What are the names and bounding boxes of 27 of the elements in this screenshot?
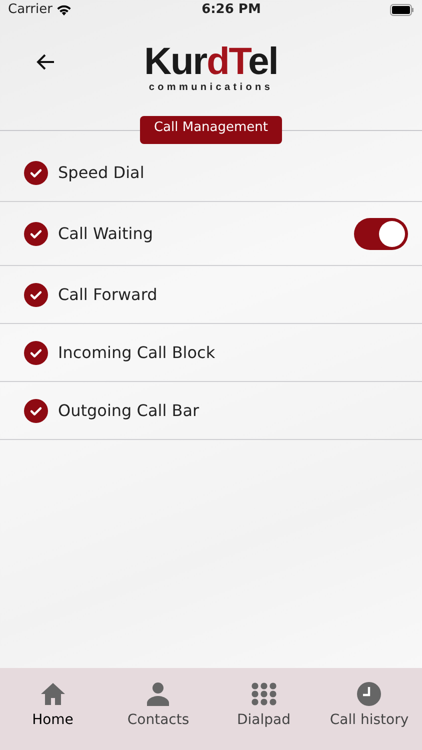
logo-subtitle: communications (148, 83, 274, 93)
section-title: Call Management (140, 116, 282, 144)
tab-button[interactable]: Home (0, 668, 106, 750)
tab-button[interactable]: Contacts (106, 668, 211, 750)
carrier-label: Carrier (8, 1, 52, 20)
home-icon (40, 682, 66, 706)
row-label: Speed Dial (58, 162, 144, 184)
clock-icon (356, 682, 382, 706)
settings-row[interactable]: Call Waiting (0, 202, 422, 266)
dialpad-icon (250, 682, 277, 706)
clock-time: 6:26 PM (202, 1, 261, 20)
row-label: Outgoing Call Bar (58, 400, 200, 422)
back-button[interactable] (36, 53, 56, 71)
toggle-switch[interactable] (354, 218, 408, 250)
tab-button[interactable]: Dialpad (211, 668, 316, 750)
person-icon (145, 682, 172, 706)
battery-icon (390, 4, 414, 16)
settings-row[interactable]: Speed Dial (0, 144, 422, 202)
settings-row[interactable]: Outgoing Call Bar (0, 382, 422, 440)
wifi-icon (56, 4, 72, 16)
settings-row[interactable]: Incoming Call Block (0, 324, 422, 382)
tab-button[interactable]: Call history (316, 668, 422, 750)
row-label: Call Waiting (58, 222, 154, 244)
row-label: Call Forward (58, 284, 158, 306)
row-label: Incoming Call Block (58, 342, 216, 364)
settings-row[interactable]: Call Forward (0, 266, 422, 324)
logo-wordmark: KurdTel (144, 43, 278, 81)
